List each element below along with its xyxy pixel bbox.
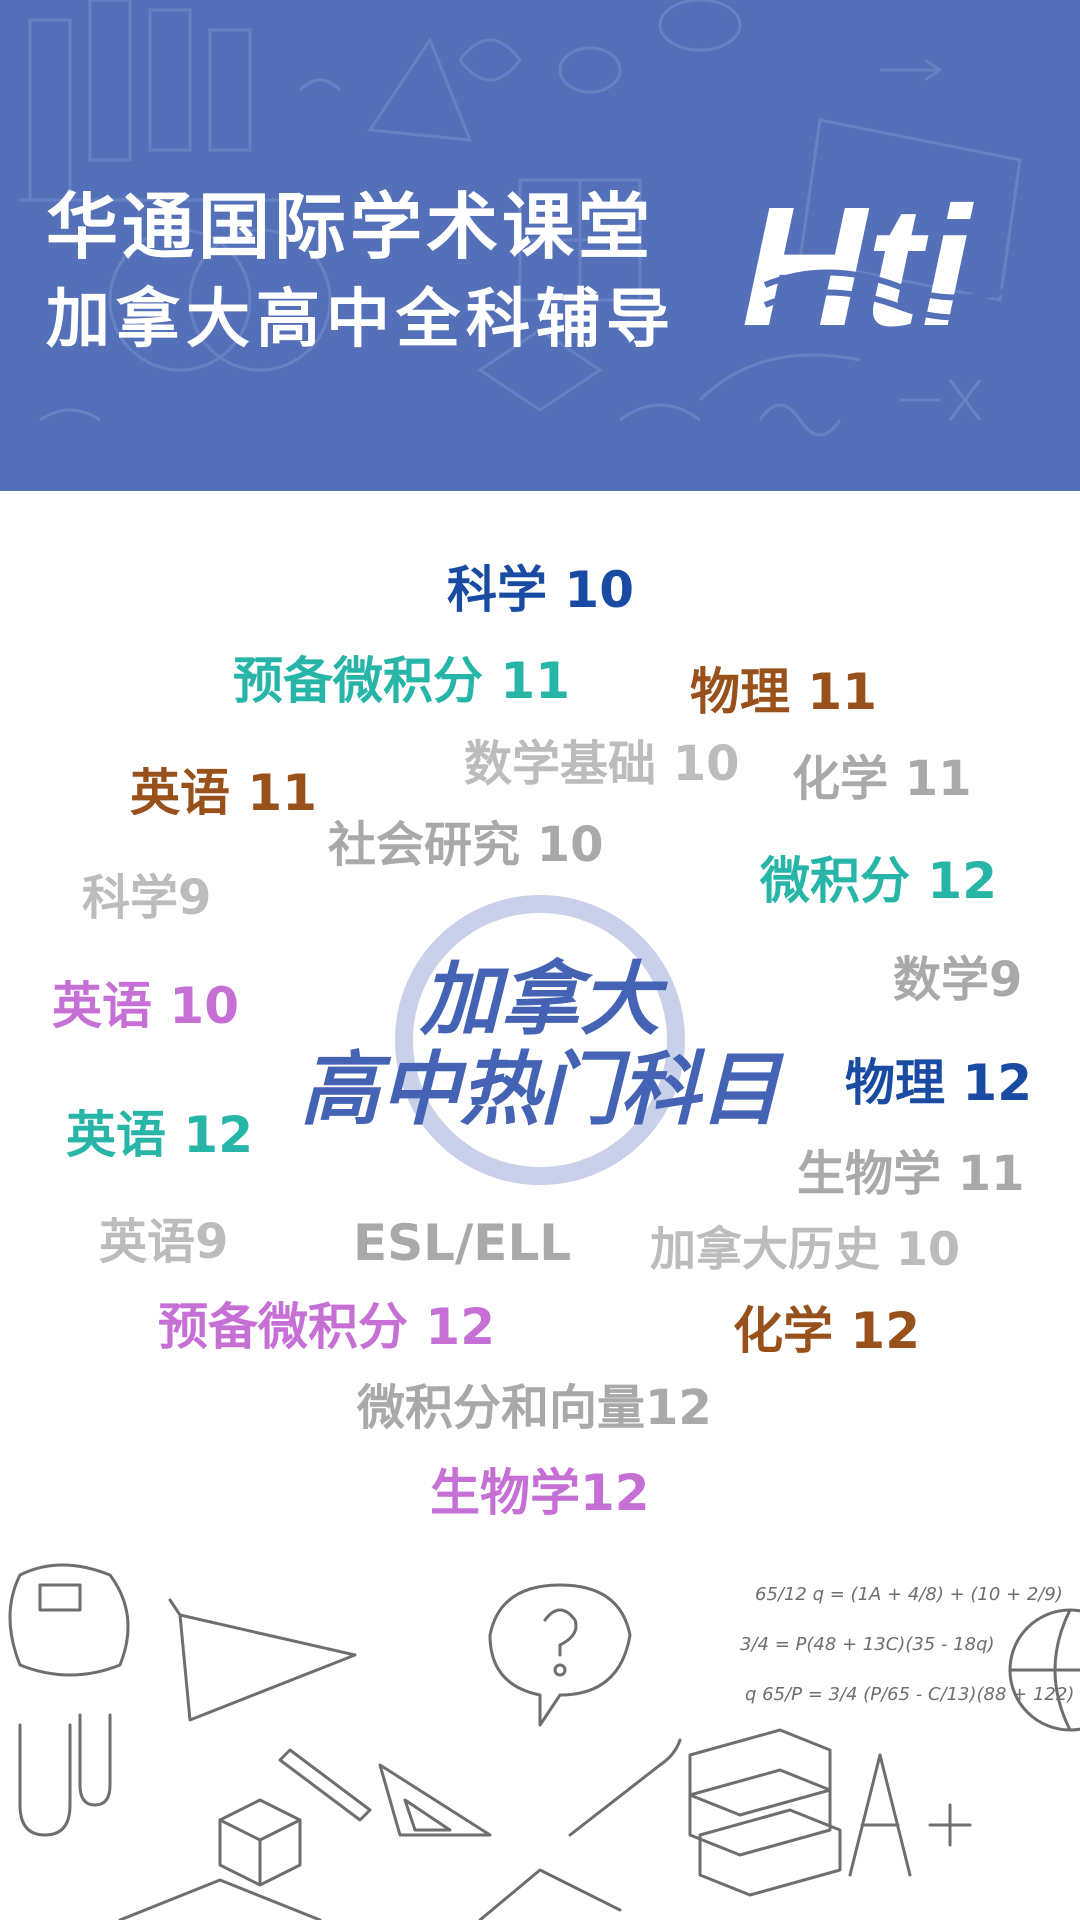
- school-sketch-illustration: 65/12 q = (1A + 4/8) + (10 + 2/9) 3/4 = …: [8, 1563, 1080, 1920]
- brand-subtitle: 加拿大高中全科辅导: [46, 282, 676, 357]
- subject-precalculus-12: 预备微积分 12: [158, 1298, 495, 1356]
- subject-calculus-12: 微积分 12: [760, 852, 997, 910]
- svg-text:65/12 q = (1A + 4/8) + (10 + 2: 65/12 q = (1A + 4/8) + (10 + 2/9): [755, 1584, 1063, 1605]
- subject-physics-12: 物理 12: [845, 1054, 1032, 1112]
- subject-science-9: 科学9: [82, 870, 212, 926]
- subject-esl-ell: ESL/ELL: [353, 1214, 572, 1272]
- subject-english-11: 英语 11: [130, 764, 317, 822]
- subject-biology-12: 生物学12: [430, 1464, 650, 1522]
- header-banner: 华通国际学术课堂 加拿大高中全科辅导 Hti: [0, 0, 1080, 491]
- center-title-line2: 高中热门科目: [300, 1043, 780, 1136]
- subject-science-10: 科学 10: [447, 561, 634, 619]
- svg-text:3/4 = P(48 + 13C)(35 - 18q): 3/4 = P(48 + 13C)(35 - 18q): [740, 1634, 995, 1655]
- subject-social-studies-10: 社会研究 10: [328, 817, 604, 873]
- subject-foundations-math-10: 数学基础 10: [464, 736, 740, 792]
- subject-precalculus-11: 预备微积分 11: [233, 652, 570, 710]
- subject-english-12: 英语 12: [66, 1106, 253, 1164]
- subject-math-9: 数学9: [893, 952, 1023, 1008]
- subject-biology-11: 生物学 11: [797, 1146, 1025, 1202]
- subject-canadian-history-10: 加拿大历史 10: [650, 1222, 961, 1276]
- brand-title: 华通国际学术课堂: [46, 185, 655, 269]
- subject-chemistry-12: 化学 12: [733, 1302, 920, 1360]
- subject-calculus-vectors-12: 微积分和向量12: [357, 1380, 712, 1436]
- subject-chemistry-11: 化学 11: [792, 751, 972, 807]
- subject-english-10: 英语 10: [52, 977, 239, 1035]
- hti-logo: Hti: [735, 175, 1027, 345]
- subject-physics-11: 物理 11: [690, 663, 877, 721]
- subject-english-9: 英语9: [99, 1214, 229, 1270]
- svg-text:q 65/P = 3/4 (P/65 - C/13)(88: q 65/P = 3/4 (P/65 - C/13)(88 + 122): [745, 1684, 1074, 1705]
- center-title-line1: 加拿大: [420, 953, 660, 1046]
